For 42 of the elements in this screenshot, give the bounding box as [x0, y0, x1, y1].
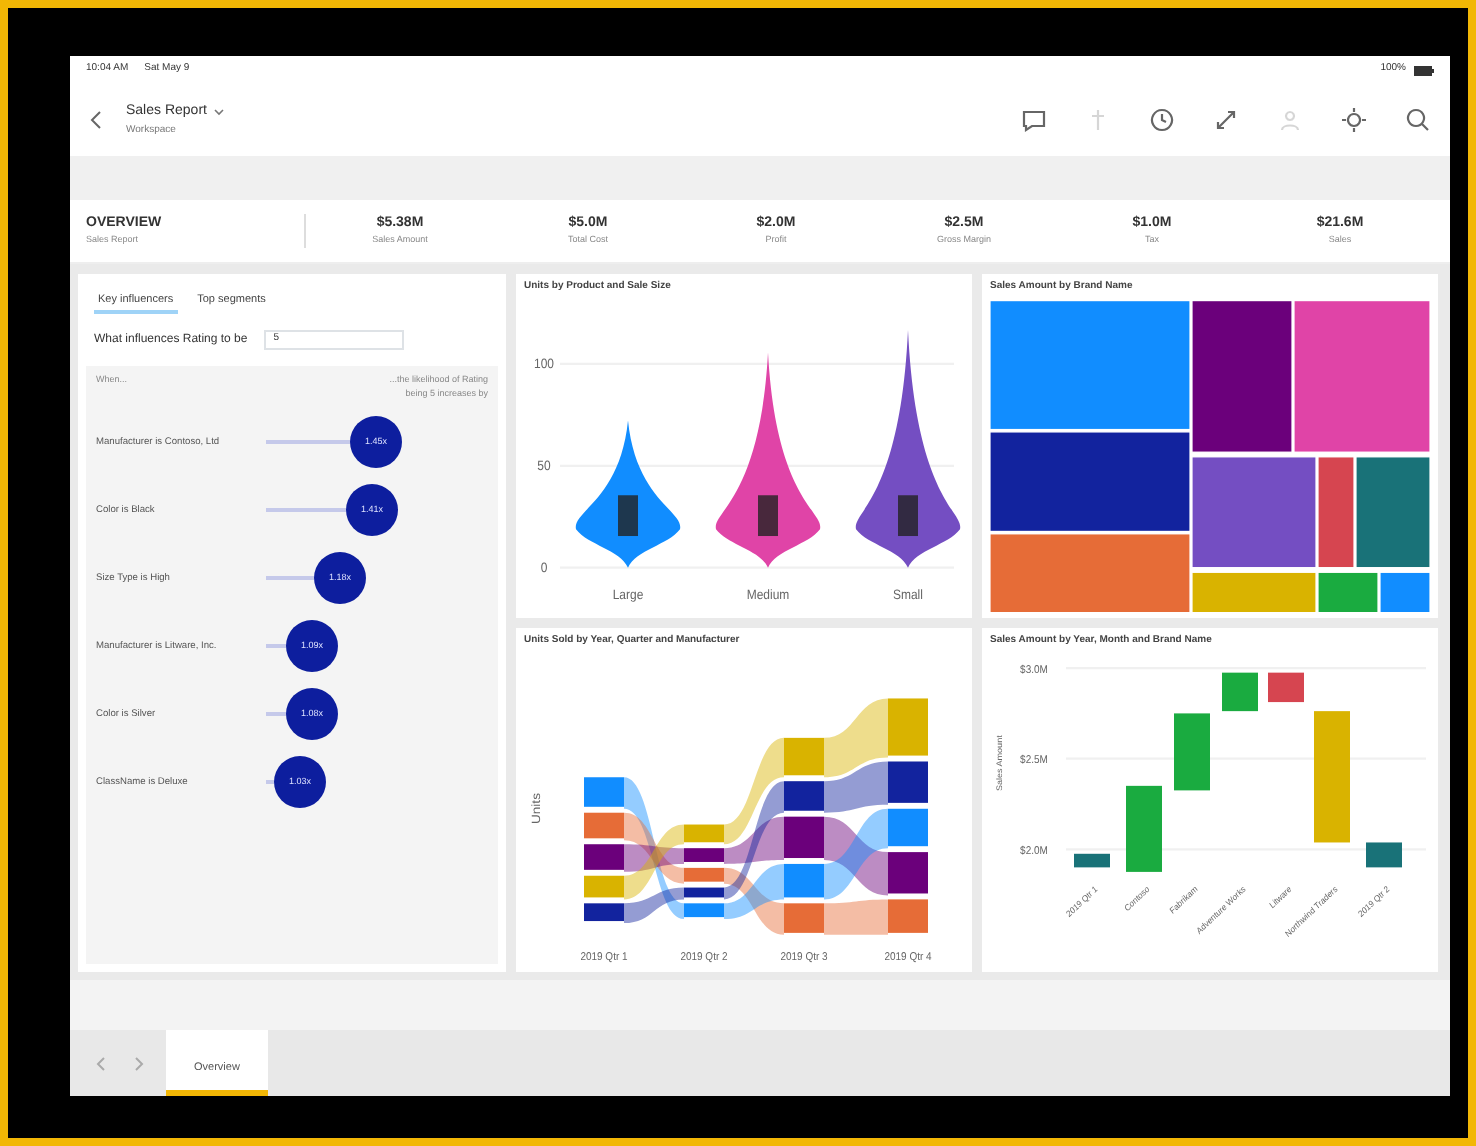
ribbon-segment [684, 902, 724, 917]
clock-icon[interactable] [1150, 108, 1174, 132]
treemap-tile [1355, 455, 1430, 568]
ribbon-segment [784, 815, 824, 857]
ribbon-segment [784, 902, 824, 932]
treemap-tile [1191, 455, 1317, 568]
caret-icon[interactable] [214, 108, 225, 117]
ribbon-segment [888, 760, 928, 802]
link-icon[interactable] [1214, 108, 1238, 132]
treemap-tile [1317, 455, 1355, 568]
connector-line [266, 576, 314, 581]
ribbon-segment [584, 776, 624, 806]
connector-line [266, 508, 346, 513]
ribbon-segment [684, 823, 724, 842]
ribbon-segment [584, 811, 624, 838]
ribbon-segment [584, 902, 624, 921]
ribbon-segment [888, 697, 928, 755]
ribbon-segment [684, 866, 724, 881]
ribbon-segment [684, 847, 724, 861]
waterfall-bar [1174, 712, 1210, 790]
battery-icon [1414, 65, 1434, 75]
waterfall-bar [1314, 710, 1350, 842]
ribbon-segment [784, 736, 824, 775]
ribbon-segment [888, 851, 928, 893]
ribbon-segment [888, 898, 928, 932]
ribbon-segment [584, 874, 624, 897]
waterfall-bar [1074, 852, 1110, 867]
waterfall-bar [1268, 671, 1304, 702]
search-icon[interactable] [1406, 108, 1430, 132]
ribbon-segment [584, 843, 624, 869]
ribbon-segment [784, 862, 824, 897]
waterfall-bar [1366, 841, 1402, 867]
waterfall-bar [1222, 671, 1258, 711]
comment-icon[interactable] [1022, 108, 1046, 132]
ribbon-segment [684, 886, 724, 897]
treemap-tile [1317, 570, 1379, 612]
ribbon-segment [784, 780, 824, 810]
ribbon-segment [888, 807, 928, 846]
waterfall-bar [1126, 784, 1162, 871]
settings-icon[interactable] [1342, 108, 1366, 132]
back-icon[interactable] [90, 110, 102, 130]
connector-line [266, 440, 350, 445]
